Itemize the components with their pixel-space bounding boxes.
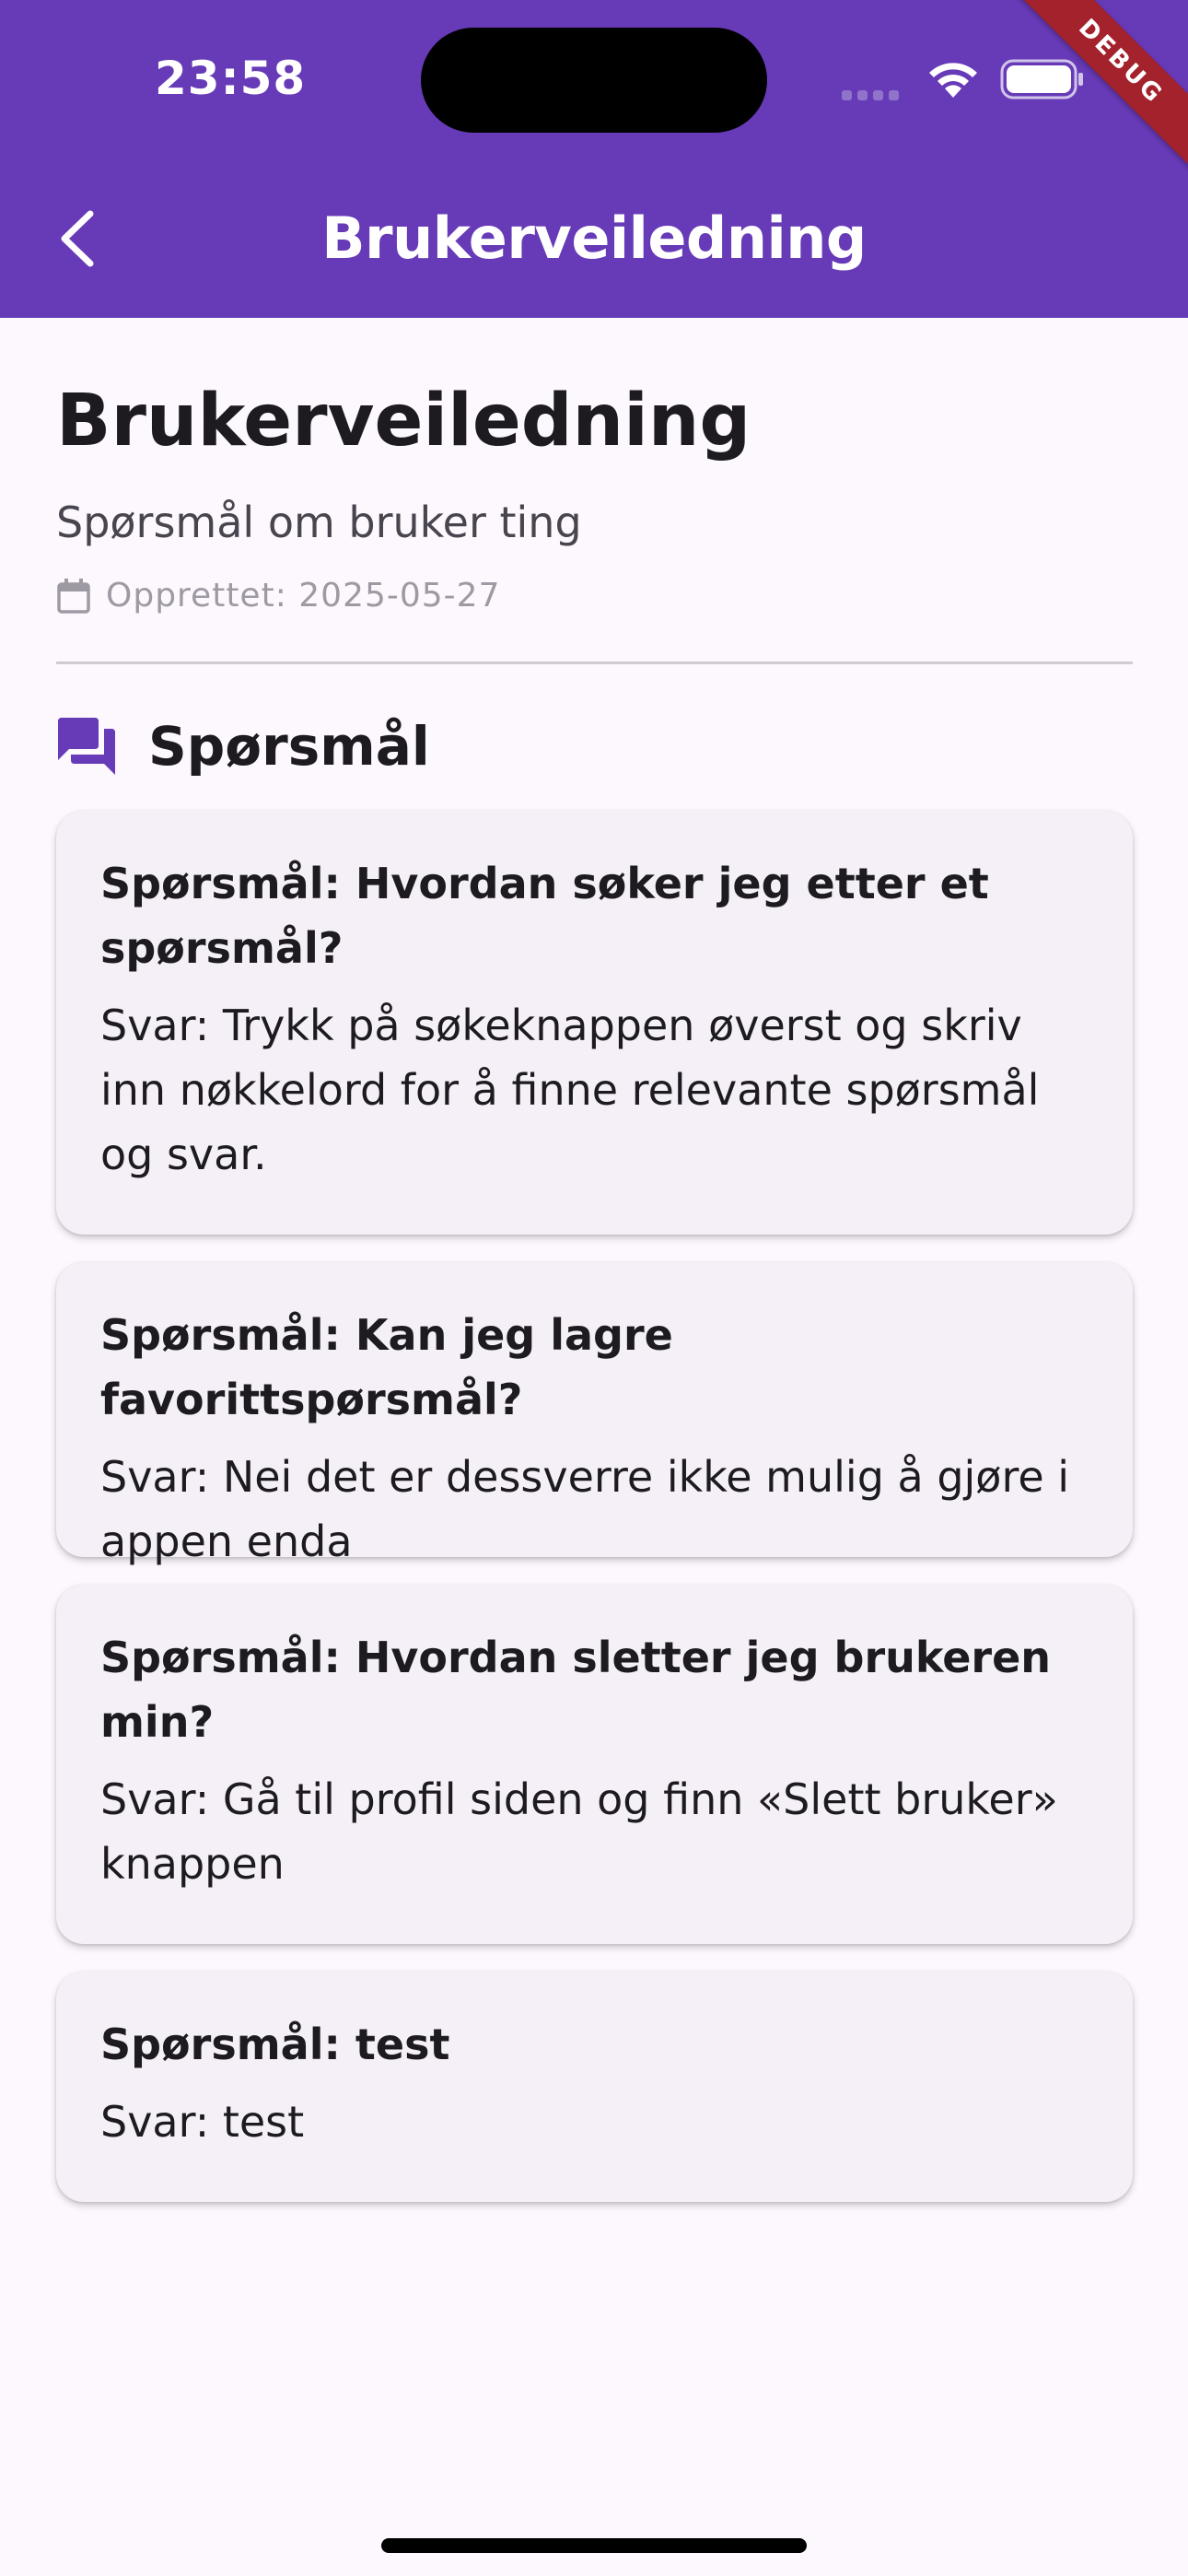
faq-card[interactable]: Spørsmål: test Svar: test [56,1972,1133,2202]
created-date: Opprettet: 2025-05-27 [56,577,500,615]
faq-question: Spørsmål: Kan jeg lagre favorittspørsmål… [100,1310,673,1424]
faq-question: Spørsmål: Hvordan sletter jeg brukeren m… [100,1633,1052,1747]
app-bar-title: Brukerveiledning [321,205,867,272]
section-header: Spørsmål [56,715,430,778]
battery-icon [1000,59,1083,100]
faq-answer: Svar: Gå til profil siden og finn «Slett… [100,1774,1058,1889]
section-title: Spørsmål [148,715,430,778]
divider [56,662,1133,664]
wifi-icon [929,63,977,98]
faq-answer: Svar: Trykk på søkeknappen øverst og skr… [100,1001,1040,1179]
status-time: 23:58 [155,52,307,105]
faq-card[interactable]: Spørsmål: Hvordan sletter jeg brukeren m… [56,1585,1133,1944]
cellular-signal-icon [842,87,904,104]
home-indicator[interactable] [381,2538,807,2553]
faq-answer: Svar: test [100,2097,305,2147]
dynamic-island [421,28,767,133]
page-subtitle: Spørsmål om bruker ting [56,498,582,547]
app-bar: 23:58 DEBUG Brukerveiledning [0,0,1188,318]
created-date-text: Opprettet: 2025-05-27 [106,577,501,615]
screen: 23:58 DEBUG Brukerveiledning Brukerveile… [0,0,1188,2576]
faq-question: Spørsmål: test [100,2020,450,2069]
faq-question: Spørsmål: Hvordan søker jeg etter et spø… [100,859,989,973]
faq-card[interactable]: Spørsmål: Kan jeg lagre favorittspørsmål… [56,1262,1133,1566]
faq-card[interactable]: Spørsmål: Hvordan søker jeg etter et spø… [56,811,1133,1235]
faq-answer: Svar: Nei det er dessverre ikke mulig å … [100,1452,1070,1566]
forum-icon [58,718,115,775]
calendar-icon [57,578,90,614]
page-title: Brukerveiledning [56,380,751,463]
